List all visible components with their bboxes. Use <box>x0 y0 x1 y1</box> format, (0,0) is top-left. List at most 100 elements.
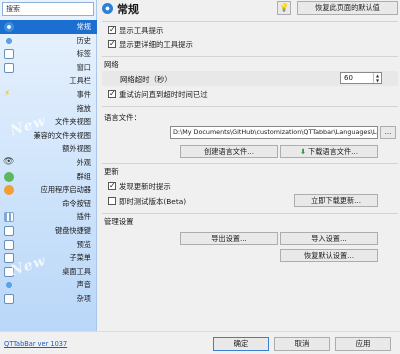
sidebar-item-label: 键盘快捷键 <box>55 225 91 235</box>
sidebar-item-groups[interactable]: 群组 <box>0 170 97 184</box>
sidebar-item-sound[interactable]: 声音 <box>0 278 97 292</box>
sidebar-item-tabs[interactable]: 标签 <box>0 47 97 61</box>
sidebar-item-extra-view[interactable]: 额外视图 <box>0 142 97 156</box>
sidebar-item-label: 历史 <box>76 35 91 45</box>
tab-icon <box>4 49 14 60</box>
update-section-title: 更新 <box>104 167 119 176</box>
apply-button[interactable]: 应用 <box>335 337 391 351</box>
bolt-icon <box>4 88 14 102</box>
sidebar-item-label: 外观 <box>76 157 91 167</box>
sidebar-item-label: 额外视图 <box>62 144 91 154</box>
download-language-file-button[interactable]: ⬇ 下载语言文件... <box>280 145 378 158</box>
show-detailed-tooltip-checkbox[interactable]: 显示更详细的工具提示 <box>108 38 193 50</box>
timeout-stepper[interactable]: 60 ▲ ▼ <box>340 72 382 84</box>
sidebar-item-label: 应用程序启动器 <box>40 185 91 195</box>
plugin-icon <box>4 212 14 223</box>
create-language-file-button[interactable]: 创建语言文件... <box>180 145 278 158</box>
divider <box>102 106 398 107</box>
sidebar-item-plugins[interactable]: 插件 <box>0 210 97 224</box>
download-language-label: 下载语言文件... <box>308 147 358 156</box>
language-file-path-input[interactable]: D:\My Documents\GitHub\customization\QTT… <box>170 126 378 139</box>
sidebar-item-label: 子菜单 <box>69 253 91 263</box>
browse-button[interactable]: ... <box>380 126 396 139</box>
eye-icon <box>3 156 14 170</box>
download-update-now-button[interactable]: 立即下载更新... <box>294 194 378 207</box>
misc-icon <box>4 293 14 304</box>
sidebar-item-label: 预览 <box>76 239 91 249</box>
sidebar-item-label: 窗口 <box>76 62 91 72</box>
sidebar-item-label: 事件 <box>76 89 91 99</box>
divider <box>102 56 398 57</box>
lightbulb-icon: 💡 <box>279 3 289 12</box>
gear-icon <box>102 3 113 14</box>
sidebar-item-label: 插件 <box>76 212 91 222</box>
checkbox-label: 显示工具提示 <box>119 26 164 35</box>
retry-until-timeout-checkbox[interactable]: 重试访问直到超时时间已过 <box>108 88 208 100</box>
restore-default-settings-button[interactable]: 恢复默认设置... <box>280 249 378 262</box>
language-section-title: 语言文件： <box>104 113 141 122</box>
sidebar-item-history[interactable]: 历史 <box>0 34 97 48</box>
tip-button[interactable]: 💡 <box>277 1 291 15</box>
checkbox-box[interactable] <box>108 88 116 99</box>
manage-section-title: 管理设置 <box>104 217 134 226</box>
import-settings-button[interactable]: 导入设置... <box>280 232 378 245</box>
sound-icon <box>4 280 14 291</box>
sidebar-item-command-buttons[interactable]: 命令按钮 <box>0 197 97 211</box>
history-icon <box>4 35 14 46</box>
checkbox-box[interactable] <box>108 197 116 205</box>
sidebar-item-label: 常规 <box>76 22 91 31</box>
sidebar-item-label: 杂项 <box>76 293 91 303</box>
checkbox-label: 重试访问直到超时时间已过 <box>119 90 208 99</box>
divider <box>102 213 398 214</box>
beta-version-checkbox[interactable]: 即时测试版本(Beta) <box>108 196 186 207</box>
checkbox-box[interactable] <box>108 24 116 35</box>
ok-button[interactable]: 确定 <box>213 337 269 351</box>
keyboard-icon <box>4 225 14 236</box>
sidebar-item-appearance[interactable]: 外观 <box>0 156 97 170</box>
sidebar-item-label: 命令按钮 <box>62 198 91 208</box>
divider <box>102 163 398 164</box>
checkbox-box[interactable] <box>108 38 116 49</box>
launcher-icon <box>4 185 14 196</box>
preview-icon <box>4 239 14 250</box>
dialog-footer: QTTabBar ver 1037 确定 取消 应用 <box>0 331 400 354</box>
sidebar-item-misc[interactable]: 杂项 <box>0 292 97 306</box>
options-sidebar: 搜索 常规 历史 标签 窗口 工具栏 事件 拖放 文件夹视图 兼容的文件夹视图 … <box>0 0 97 331</box>
sidebar-item-general[interactable]: 常规 <box>0 20 97 34</box>
timeout-label: 网络超时（秒） <box>120 75 172 84</box>
sidebar-item-events[interactable]: 事件 <box>0 88 97 102</box>
version-link[interactable]: QTTabBar ver 1037 <box>4 340 67 348</box>
sidebar-item-label: 标签 <box>76 49 91 59</box>
sidebar-item-toolbar[interactable]: 工具栏 <box>0 74 97 88</box>
sidebar-item-label: 拖放 <box>76 103 91 113</box>
options-panel: 常规 💡 恢复此页面的默认值 显示工具提示 显示更详细的工具提示 网络 网络超时… <box>100 0 400 331</box>
download-arrow-icon: ⬇ <box>299 147 307 156</box>
export-settings-button[interactable]: 导出设置... <box>180 232 278 245</box>
sidebar-item-window[interactable]: 窗口 <box>0 61 97 75</box>
spin-arrows-icon[interactable]: ▲ ▼ <box>373 73 381 83</box>
gear-icon <box>4 22 14 32</box>
sidebar-item-keyboard-shortcuts[interactable]: 键盘快捷键 <box>0 224 97 238</box>
window-icon <box>4 62 14 73</box>
sidebar-item-label: 声音 <box>76 280 91 290</box>
sidebar-item-preview[interactable]: 预览 <box>0 238 97 252</box>
sidebar-item-label: 桌面工具 <box>62 266 91 276</box>
restore-page-defaults-button[interactable]: 恢复此页面的默认值 <box>297 1 398 15</box>
page-title: 常规 <box>117 3 139 16</box>
checkbox-label: 显示更详细的工具提示 <box>119 40 193 49</box>
notify-update-checkbox[interactable]: 发现更新时提示 <box>108 180 171 192</box>
sidebar-item-drag-drop[interactable]: 拖放 <box>0 102 97 116</box>
group-icon <box>4 171 14 182</box>
checkbox-label: 发现更新时提示 <box>119 182 171 191</box>
sidebar-item-app-launcher[interactable]: 应用程序启动器 <box>0 183 97 197</box>
divider <box>102 21 398 22</box>
search-input[interactable]: 搜索 <box>2 2 94 16</box>
sidebar-item-label: 兼容的文件夹视图 <box>33 130 91 140</box>
show-tooltip-checkbox[interactable]: 显示工具提示 <box>108 24 164 36</box>
cancel-button[interactable]: 取消 <box>274 337 330 351</box>
checkbox-box[interactable] <box>108 180 116 191</box>
timeout-value: 60 <box>344 74 353 82</box>
checkbox-label: 即时测试版本(Beta) <box>119 197 187 206</box>
network-section-title: 网络 <box>104 60 119 69</box>
sidebar-item-label: 工具栏 <box>69 76 91 86</box>
